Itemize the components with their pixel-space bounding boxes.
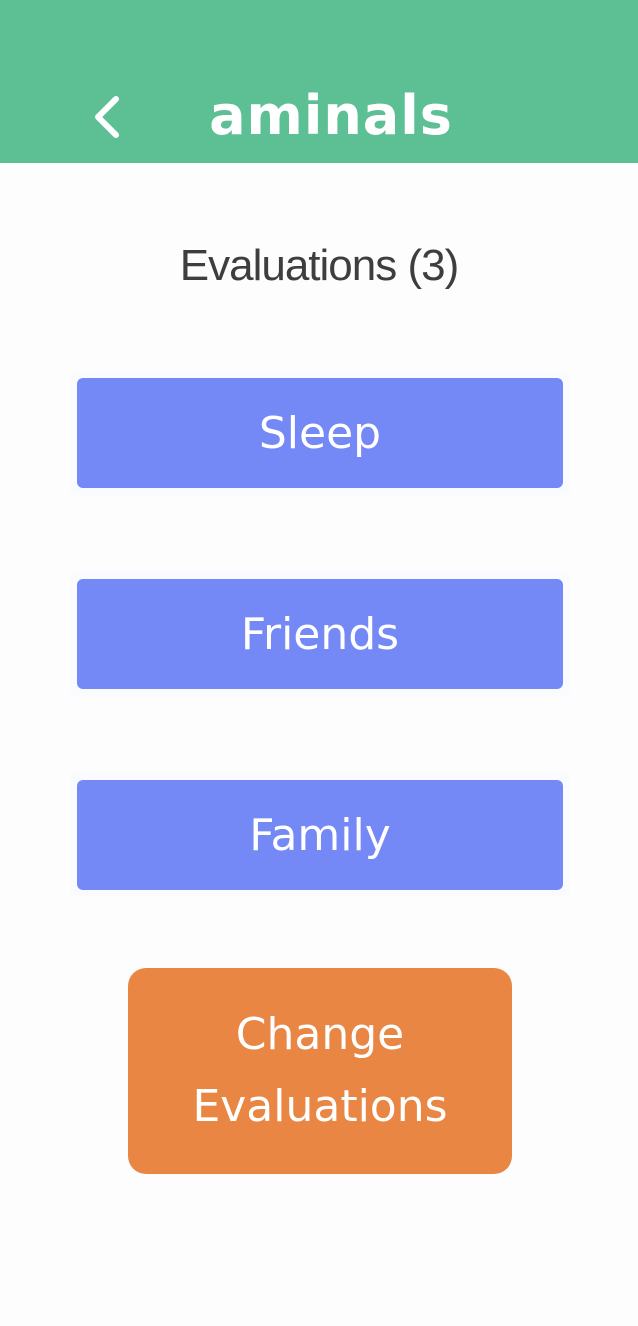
evaluation-button-sleep[interactable]: Sleep xyxy=(77,378,563,488)
evaluation-item: Friends xyxy=(70,572,570,696)
change-evaluations-label-line1: Change xyxy=(235,1009,405,1060)
app-title: aminals xyxy=(209,84,453,147)
evaluation-item: Sleep xyxy=(70,371,570,495)
evaluation-item: Family xyxy=(70,773,570,897)
change-evaluations-button[interactable]: Change Evaluations xyxy=(128,968,512,1174)
evaluation-button-family[interactable]: Family xyxy=(77,780,563,890)
app-header: aminals xyxy=(0,0,638,163)
evaluations-heading: Evaluations (3) xyxy=(179,241,459,290)
change-evaluations-label-line2: Evaluations xyxy=(192,1081,448,1132)
evaluation-button-friends[interactable]: Friends xyxy=(77,579,563,689)
